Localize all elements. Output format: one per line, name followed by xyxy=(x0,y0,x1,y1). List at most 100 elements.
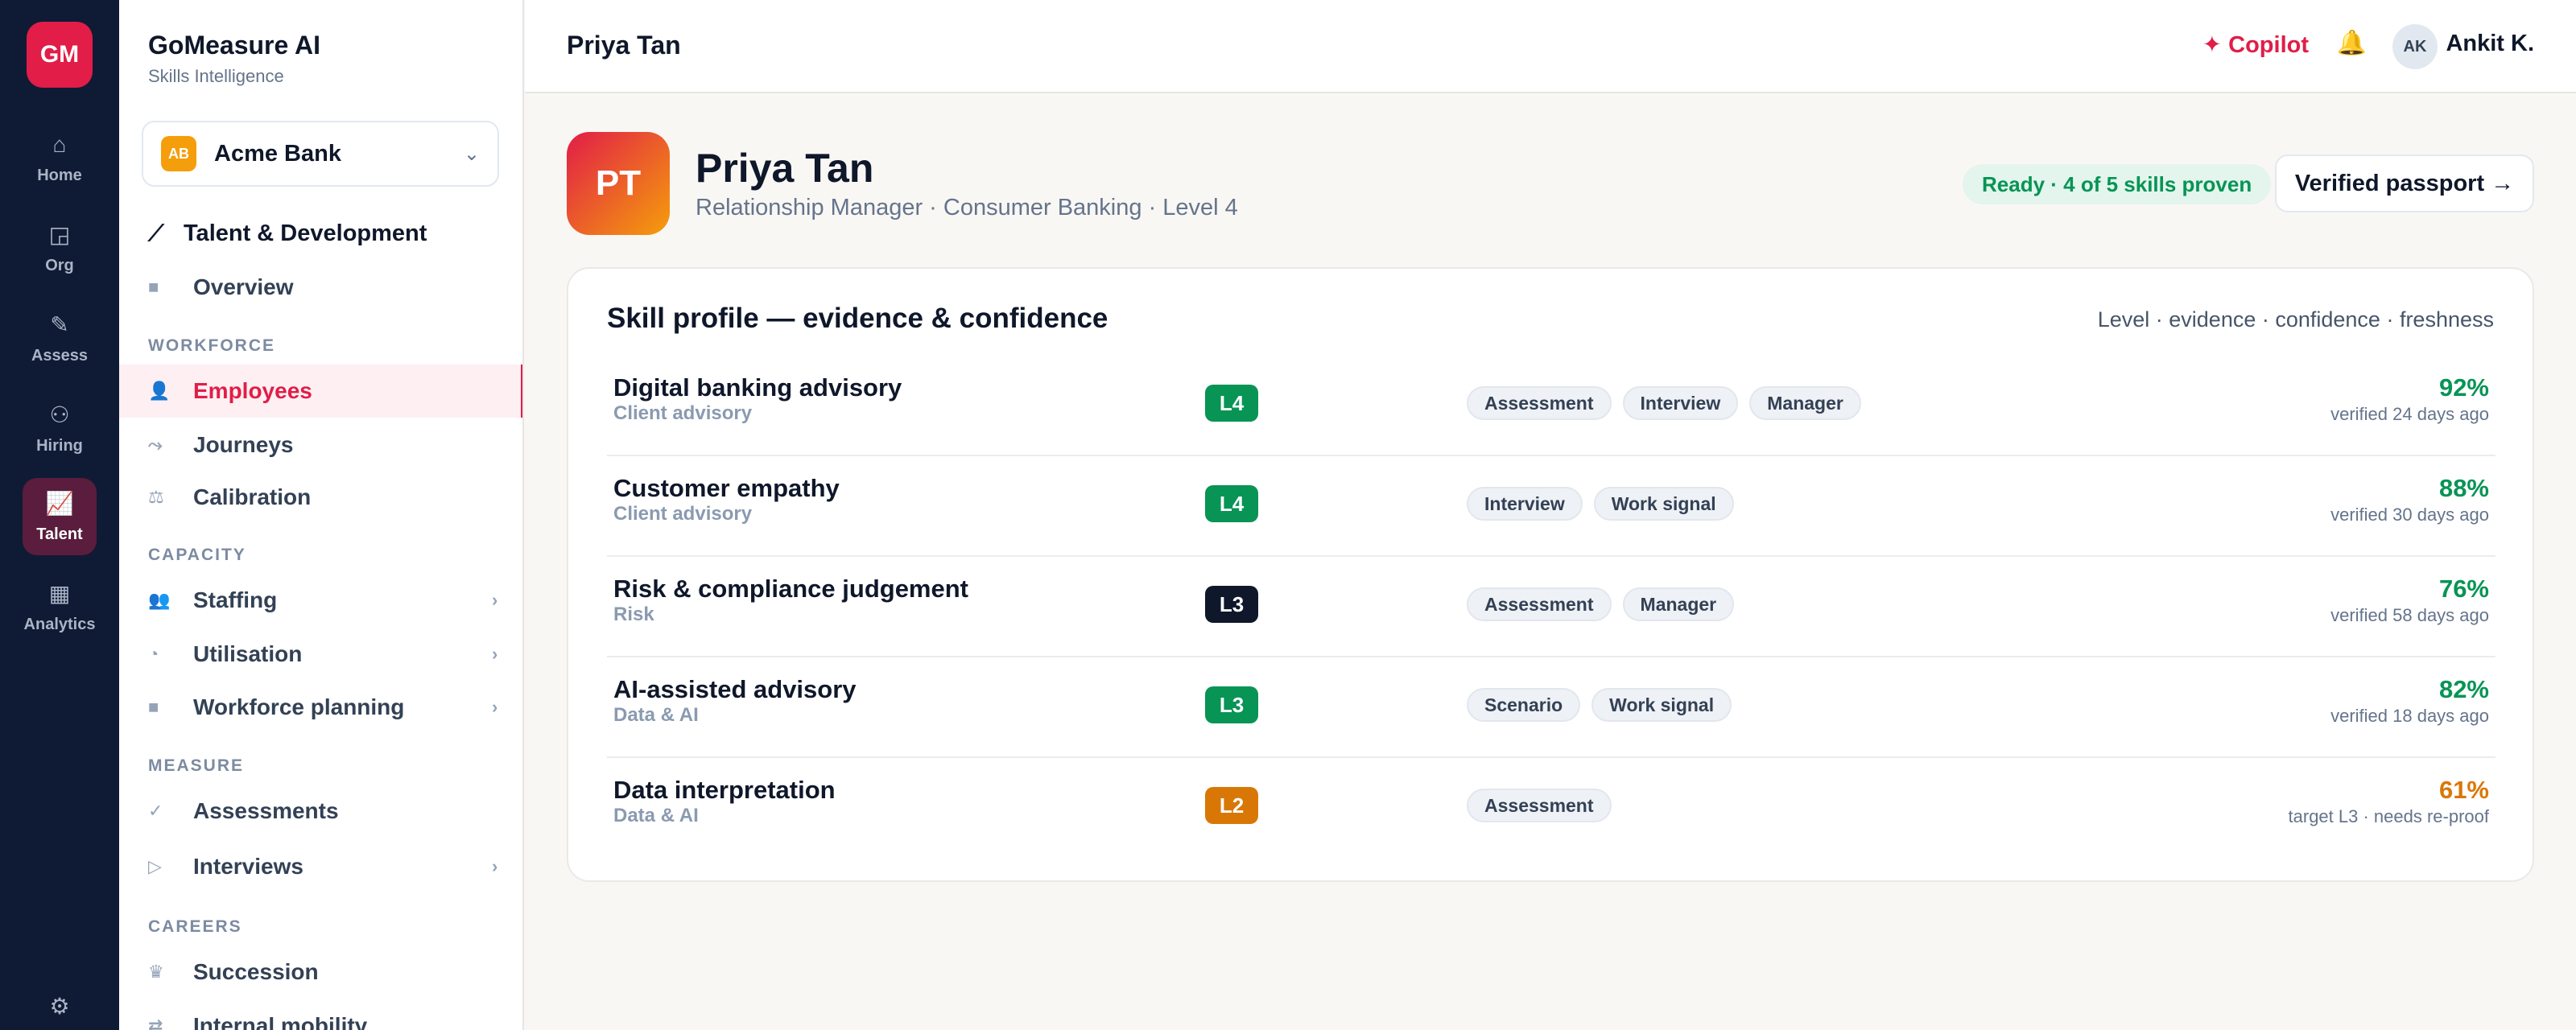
rail-item-analytics[interactable]: ▦ Analytics xyxy=(23,568,97,645)
skill-name: Risk & compliance judgement xyxy=(613,575,968,603)
section-label-capacity: CAPACITY xyxy=(148,546,246,564)
sidebar-item-label: Assessments xyxy=(193,798,339,823)
sidebar-item-label: Journeys xyxy=(193,432,294,457)
rail-item-label: Analytics xyxy=(23,615,96,633)
rail-item-label: Assess xyxy=(31,346,89,365)
icon-rail: GM ⌂ Home ◲ Org ✎ Assess ⚇ Hiring 📈 Tale… xyxy=(0,0,119,1030)
app-title: GoMeasure AI xyxy=(148,31,320,60)
page-title: Priya Tan xyxy=(696,146,874,191)
sidebar-item-internal-mobility[interactable]: ⇄ Internal mobility xyxy=(119,999,522,1030)
skill-row[interactable]: Customer empathy Client advisory L4 Inte… xyxy=(607,456,2496,557)
sidebar-item-label: Overview xyxy=(193,274,294,299)
module-label: Talent & Development xyxy=(184,220,427,246)
skill-category: Risk xyxy=(613,604,654,625)
freshness-text: verified 58 days ago xyxy=(2330,605,2489,625)
sidebar-item-staffing[interactable]: 👥 Staffing › xyxy=(119,574,522,627)
chevron-right-icon: › xyxy=(492,856,498,876)
rail-item-label: Talent xyxy=(36,525,83,543)
sidebar-item-overview[interactable]: ■ Overview xyxy=(119,261,522,314)
top-bar: Priya Tan ✦ Copilot 🔔 AK Ankit K. xyxy=(525,0,2576,93)
evidence-chip: Interview xyxy=(1467,487,1583,521)
copilot-button[interactable]: ✦ Copilot xyxy=(2202,31,2309,59)
org-selector[interactable]: AB Acme Bank ⌄ xyxy=(142,121,499,187)
sidebar-item-label: Calibration xyxy=(193,484,312,509)
sidebar-item-label: Staffing xyxy=(193,587,278,612)
skill-row[interactable]: Digital banking advisory Client advisory… xyxy=(607,356,2496,456)
sidebar-item-assessments[interactable]: ✓ Assessments xyxy=(119,785,522,838)
user-name[interactable]: Ankit K. xyxy=(2446,31,2534,57)
check-icon: ✓ xyxy=(148,801,163,821)
rail-item-org[interactable]: ◲ Org xyxy=(23,209,97,286)
section-label-measure: MEASURE xyxy=(148,756,245,775)
rail-item-home[interactable]: ⌂ Home xyxy=(23,119,97,196)
home-icon: ⌂ xyxy=(52,131,67,157)
rail-item-assess[interactable]: ✎ Assess xyxy=(23,299,97,377)
evidence-chip: Interview xyxy=(1622,386,1739,420)
confidence-value: 82% xyxy=(2438,675,2489,703)
verified-passport-button[interactable]: Verified passport → xyxy=(2275,154,2534,212)
sidebar-item-utilisation[interactable]: ◔ Utilisation › xyxy=(119,628,522,681)
evidence-chip: Work signal xyxy=(1593,487,1734,521)
bell-icon[interactable]: 🔔 xyxy=(2337,29,2367,57)
sidebar-item-employees[interactable]: 👤 Employees xyxy=(119,365,522,418)
org-name: Acme Bank xyxy=(214,140,341,167)
square-icon: ■ xyxy=(148,277,159,297)
grid-icon: ▦ xyxy=(48,580,71,606)
sidebar-item-label: Internal mobility xyxy=(193,1013,368,1030)
rail-item-talent[interactable]: 📈 Talent xyxy=(23,478,97,555)
employee-role: Relationship Manager · Consumer Banking … xyxy=(696,195,1238,220)
sidebar-item-label: Workforce planning xyxy=(193,694,405,719)
rail-item-hiring[interactable]: ⚇ Hiring xyxy=(23,389,97,467)
route-icon: ⤳ xyxy=(148,435,163,455)
freshness-text: verified 18 days ago xyxy=(2330,706,2489,726)
employee-avatar: PT xyxy=(567,132,670,235)
scale-icon: ⚖ xyxy=(148,487,164,507)
confidence-value: 61% xyxy=(2438,776,2489,804)
module-header[interactable]: ⟋ Talent & Development xyxy=(148,220,427,247)
freshness-text: verified 24 days ago xyxy=(2330,404,2489,424)
skill-name: Data interpretation xyxy=(613,776,836,804)
level-badge: L2 xyxy=(1205,787,1258,824)
chevron-right-icon: › xyxy=(492,697,498,717)
skill-name: Digital banking advisory xyxy=(613,373,902,402)
evidence-chip: Assessment xyxy=(1467,587,1612,621)
evidence-chip: Scenario xyxy=(1467,688,1581,722)
org-badge: AB xyxy=(161,136,196,171)
user-avatar[interactable]: AK xyxy=(2392,24,2438,69)
section-label-workforce: WORKFORCE xyxy=(148,336,275,355)
app-logo[interactable]: GM xyxy=(27,22,93,88)
rail-item-label: Hiring xyxy=(36,436,83,455)
evidence-chips: Interview Work signal xyxy=(1467,487,1734,521)
skill-row[interactable]: Risk & compliance judgement Risk L3 Asse… xyxy=(607,557,2496,657)
evidence-chip: Assessment xyxy=(1467,386,1612,420)
evidence-chip: Work signal xyxy=(1591,688,1732,722)
sidebar-item-journeys[interactable]: ⤳ Journeys xyxy=(119,418,522,472)
freshness-text: verified 30 days ago xyxy=(2330,505,2489,525)
status-badge: Ready · 4 of 5 skills proven xyxy=(1963,164,2272,204)
square-icon: ■ xyxy=(148,697,159,717)
play-icon: ▷ xyxy=(148,856,162,876)
confidence-value: 76% xyxy=(2438,575,2489,603)
sidebar-item-interviews[interactable]: ▷ Interviews › xyxy=(119,840,522,893)
sidebar-item-label: Utilisation xyxy=(193,641,303,666)
skill-row[interactable]: Data interpretation Data & AI L2 Assessm… xyxy=(607,758,2496,859)
rail-item-label: Home xyxy=(37,166,82,184)
trend-chart-icon: 📈 xyxy=(45,490,74,516)
evidence-chip: Manager xyxy=(1749,386,1861,420)
sidebar-item-label: Interviews xyxy=(193,854,303,879)
skill-row[interactable]: AI-assisted advisory Data & AI L3 Scenar… xyxy=(607,657,2496,758)
trend-line-icon: ⟋ xyxy=(148,220,164,245)
sidebar-item-succession[interactable]: ♛ Succession xyxy=(119,946,522,999)
skill-category: Client advisory xyxy=(613,402,753,424)
org-icon: ◲ xyxy=(48,221,71,247)
sidebar: GoMeasure AI Skills Intelligence AB Acme… xyxy=(119,0,524,1030)
confidence-value: 92% xyxy=(2438,373,2489,402)
skill-name: Customer empathy xyxy=(613,474,840,502)
people-icon: 👥 xyxy=(148,590,171,610)
settings-gear-icon[interactable]: ⚙ xyxy=(0,993,119,1020)
sidebar-item-calibration[interactable]: ⚖ Calibration xyxy=(119,471,522,524)
swap-arrows-icon: ⇄ xyxy=(148,1016,163,1030)
level-badge: L4 xyxy=(1205,385,1258,422)
card-title: Skill profile — evidence & confidence xyxy=(607,303,1108,334)
sidebar-item-workforce-planning[interactable]: ■ Workforce planning › xyxy=(119,681,522,734)
